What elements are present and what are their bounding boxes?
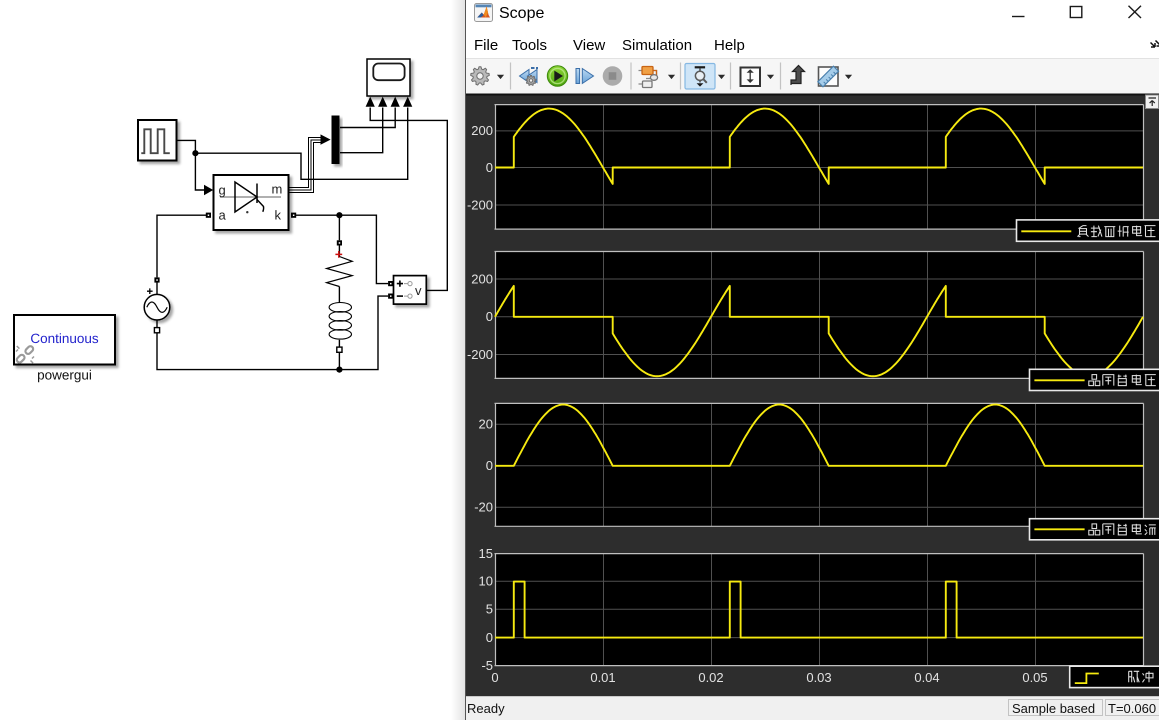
- svg-text:-20: -20: [474, 500, 493, 515]
- svg-text:200: 200: [471, 123, 493, 138]
- svg-text:0: 0: [486, 458, 493, 473]
- svg-text:0.03: 0.03: [806, 670, 831, 685]
- svg-text:0.04: 0.04: [914, 670, 939, 685]
- svg-text:0.01: 0.01: [590, 670, 615, 685]
- svg-text:Continuous: Continuous: [30, 331, 99, 346]
- svg-text:10: 10: [479, 574, 493, 589]
- svg-text:powergui: powergui: [37, 368, 92, 383]
- svg-text:-200: -200: [467, 197, 493, 212]
- svg-text:5: 5: [486, 602, 493, 617]
- svg-text:200: 200: [471, 271, 493, 286]
- svg-text:15: 15: [479, 546, 493, 561]
- svg-text:0: 0: [491, 670, 498, 685]
- svg-text:0: 0: [486, 630, 493, 645]
- svg-text:20: 20: [479, 417, 493, 432]
- svg-text:0: 0: [486, 160, 493, 175]
- svg-text:0.02: 0.02: [698, 670, 723, 685]
- svg-text:0.05: 0.05: [1022, 670, 1047, 685]
- svg-text:-200: -200: [467, 347, 493, 362]
- svg-text:0: 0: [486, 309, 493, 324]
